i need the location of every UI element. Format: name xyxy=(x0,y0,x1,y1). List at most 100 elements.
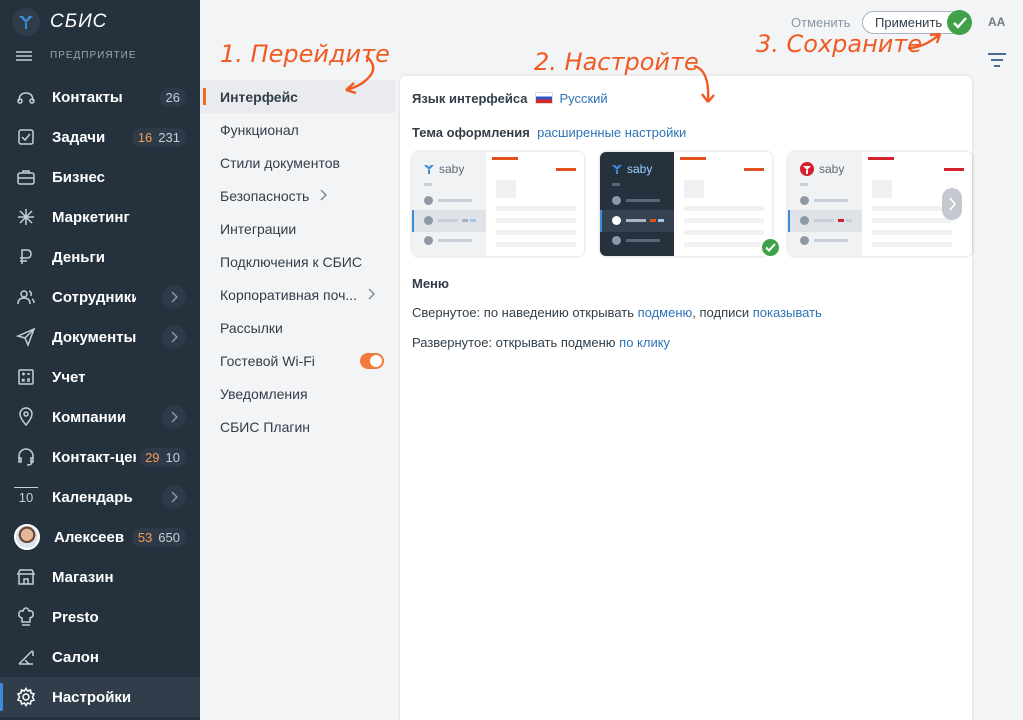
sidebar-item-label: Настройки xyxy=(52,688,132,706)
tasks-icon xyxy=(14,125,38,149)
theme-preview-logo: saby xyxy=(424,162,464,176)
sidebar-item-accounting[interactable]: Учет xyxy=(0,357,200,397)
collapsed-text: , подписи xyxy=(692,305,753,320)
settings-tab-security[interactable]: Безопасность xyxy=(200,179,396,212)
preview-dot xyxy=(612,236,621,245)
collapsed-menu-row: Свернутое: по наведению открывать подмен… xyxy=(412,305,822,320)
interface-settings-panel: Язык интерфейса Русский Тема оформления р… xyxy=(400,76,972,720)
counter-badge: 26 xyxy=(159,87,186,107)
settings-tab-corporate-mail[interactable]: Корпоративная поч... xyxy=(200,278,396,311)
sidebar-item-documents[interactable]: Документы xyxy=(0,317,200,357)
theme-advanced-link[interactable]: расширенные настройки xyxy=(537,125,686,140)
sidebar-item-companies[interactable]: Компании xyxy=(0,397,200,437)
chevron-right-icon[interactable] xyxy=(162,325,186,349)
preview-block xyxy=(496,180,516,198)
cancel-button[interactable]: Отменить xyxy=(791,15,850,30)
collapsed-text: Свернутое: по наведению открывать xyxy=(412,305,638,320)
preview-line xyxy=(612,183,620,186)
settings-tab-plugin[interactable]: СБИС Плагин xyxy=(200,410,396,443)
companies-icon xyxy=(14,405,38,429)
preview-block xyxy=(872,180,892,198)
menu-item-label: Функционал xyxy=(220,121,299,138)
theme-card-light[interactable]: saby xyxy=(412,152,584,256)
sidebar-item-label: Сотрудники xyxy=(52,288,136,306)
language-row: Язык интерфейса Русский xyxy=(412,91,608,106)
menu-item-label: Интеграции xyxy=(220,220,297,237)
theme-card-dark[interactable]: saby xyxy=(600,152,772,256)
business-icon xyxy=(14,165,38,189)
avatar xyxy=(14,524,40,550)
settings-icon xyxy=(14,685,38,709)
org-switcher[interactable]: ПРЕДПРИЯТИЕ xyxy=(16,50,137,61)
chevron-right-icon[interactable] xyxy=(162,285,186,309)
sidebar-item-label: Контакт-центр xyxy=(52,448,136,466)
sidebar-item-money[interactable]: Деньги xyxy=(0,237,200,277)
font-size-button[interactable]: AA xyxy=(988,15,1005,29)
sidebar-item-shop[interactable]: Магазин xyxy=(0,557,200,597)
preview-line xyxy=(814,239,848,242)
sidebar-item-label: Алексеев xyxy=(54,528,125,546)
preview-accent xyxy=(556,168,576,171)
preview-row xyxy=(496,230,576,235)
menu-item-label: Интерфейс xyxy=(220,88,298,105)
theme-next-arrow-icon[interactable] xyxy=(942,188,962,220)
annotation-arrow-2 xyxy=(693,64,715,103)
captions-mode-link[interactable]: показывать xyxy=(753,305,822,320)
settings-tab-functionality[interactable]: Функционал xyxy=(200,113,396,146)
language-select[interactable]: Русский xyxy=(559,91,607,106)
settings-tab-document-styles[interactable]: Стили документов xyxy=(200,146,396,179)
app-logo[interactable]: СБИС xyxy=(12,8,107,36)
sidebar-nav: Контакты 26 Задачи 16 231 Бизнес Маркетин… xyxy=(0,77,200,717)
preview-dot xyxy=(612,196,621,205)
sidebar-item-business[interactable]: Бизнес xyxy=(0,157,200,197)
theme-row: Тема оформления расширенные настройки xyxy=(412,125,686,140)
sidebar-item-settings[interactable]: Настройки xyxy=(0,677,200,717)
settings-tab-integrations[interactable]: Интеграции xyxy=(200,212,396,245)
preview-dot xyxy=(424,216,433,225)
menu-item-label: Подключения к СБИС xyxy=(220,253,362,270)
annotation-step-2: 2. Настройте xyxy=(534,48,699,76)
preview-dot xyxy=(612,216,621,225)
menu-icon[interactable] xyxy=(16,50,32,61)
preview-line xyxy=(650,219,656,222)
sidebar-item-contact-center[interactable]: Контакт-центр 2910 xyxy=(0,437,200,477)
chevron-right-icon[interactable] xyxy=(319,188,328,204)
settings-tab-mailings[interactable]: Рассылки xyxy=(200,311,396,344)
preview-line xyxy=(800,183,808,186)
preview-block xyxy=(684,180,704,198)
preview-row xyxy=(684,230,764,235)
expanded-text: Развернутое: открывать подменю xyxy=(412,335,620,350)
settings-tab-notifications[interactable]: Уведомления xyxy=(200,377,396,410)
sidebar-item-calendar[interactable]: 10 Календарь xyxy=(0,477,200,517)
counter-badge: 16 231 xyxy=(131,127,186,147)
sidebar-item-salon[interactable]: Салон xyxy=(0,637,200,677)
chevron-right-icon[interactable] xyxy=(367,287,376,303)
sidebar-item-presto[interactable]: Presto xyxy=(0,597,200,637)
preview-row xyxy=(872,230,952,235)
menu-item-label: Стили документов xyxy=(220,154,340,171)
submenu-mode-link[interactable]: подменю xyxy=(638,305,693,320)
chevron-right-icon[interactable] xyxy=(162,405,186,429)
sidebar-item-staff[interactable]: Сотрудники xyxy=(0,277,200,317)
settings-tab-connections[interactable]: Подключения к СБИС xyxy=(200,245,396,278)
theme-preview-logo: saby xyxy=(612,162,652,176)
sidebar-item-label: Салон xyxy=(52,648,99,666)
main-sidebar: СБИС ПРЕДПРИЯТИЕ Контакты 26 Задачи 16 23… xyxy=(0,0,200,720)
sidebar-item-profile[interactable]: Алексеев 53 650 xyxy=(0,517,200,557)
preview-dot xyxy=(800,216,809,225)
sidebar-item-contacts[interactable]: Контакты 26 xyxy=(0,77,200,117)
expanded-mode-link[interactable]: по клику xyxy=(619,335,670,350)
preview-line xyxy=(424,183,432,186)
sidebar-item-marketing[interactable]: Маркетинг xyxy=(0,197,200,237)
sidebar-item-label: Бизнес xyxy=(52,168,106,186)
sidebar-item-tasks[interactable]: Задачи 16 231 xyxy=(0,117,200,157)
preview-row xyxy=(684,218,764,223)
filter-list-icon[interactable] xyxy=(988,52,1006,71)
apply-check-icon[interactable] xyxy=(947,10,972,35)
chevron-right-icon[interactable] xyxy=(162,485,186,509)
settings-tab-guest-wifi[interactable]: Гостевой Wi-Fi xyxy=(200,344,396,377)
guest-wifi-toggle[interactable] xyxy=(360,352,384,369)
annotation-step-3: 3. Сохраните xyxy=(756,30,923,58)
sidebar-item-label: Магазин xyxy=(52,568,114,586)
contacts-icon xyxy=(14,85,38,109)
